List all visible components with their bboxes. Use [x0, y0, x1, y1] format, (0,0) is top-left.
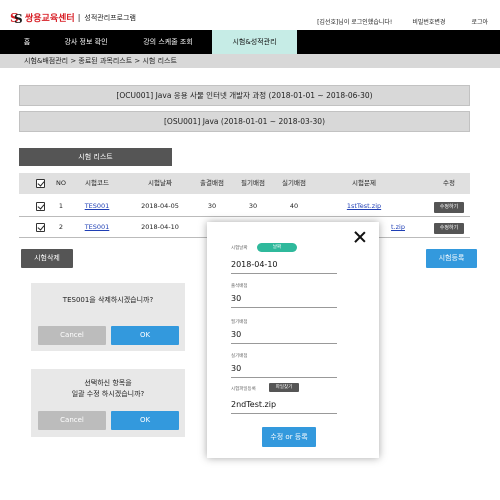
column-header-written: 필기배점	[241, 179, 265, 187]
nav-item-instructor-info[interactable]: 강사 정보 확인	[50, 30, 122, 54]
delete-exam-button[interactable]: 시험삭제	[21, 249, 73, 268]
exam-file-link[interactable]: 1stTest.zip	[334, 196, 394, 217]
written-label: 필기배점	[231, 320, 248, 325]
ok-button[interactable]: OK	[111, 326, 179, 345]
exam-edit-modal: 시험날짜 날짜 2018-04-10 출석배점 30 필기배점 30 실기배점 …	[207, 222, 379, 458]
column-header-exam-file: 시험문제	[352, 179, 376, 187]
ok-button[interactable]: OK	[111, 411, 179, 430]
nav-item-exam-grade-management[interactable]: 시험&성적관리	[212, 30, 297, 54]
cell-date: 2018-04-10	[141, 223, 179, 231]
table-header: NO 시험코드 시험날짜 출결배점 필기배점 실기배점 시험문제 수정	[19, 173, 470, 194]
file-label: 시험파일등록	[231, 387, 256, 392]
file-browse-button[interactable]: 파일찾기	[269, 383, 299, 392]
cancel-button[interactable]: Cancel	[38, 326, 106, 345]
nav-item-home[interactable]: 홈	[10, 30, 44, 54]
logo-mark-icon: SS	[10, 10, 23, 26]
select-all-checkbox[interactable]	[36, 179, 45, 188]
dialog-message-line2: 일괄 수정 하시겠습니까?	[71, 390, 145, 398]
exam-file-link[interactable]: t.zip	[387, 217, 409, 238]
program-name: 성적관리프로그램	[84, 13, 136, 22]
delete-confirm-dialog: TES001을 삭제하시겠습니까? Cancel OK	[31, 283, 185, 351]
attendance-label: 출석배점	[231, 284, 248, 289]
practical-field[interactable]: 30	[231, 364, 337, 378]
column-header-no: NO	[56, 179, 66, 187]
file-field[interactable]: 2ndTest.zip	[231, 400, 337, 414]
top-header: SS 쌍용교육센터 | 성적관리프로그램 [김선호]님이 로그인했습니다! 비밀…	[0, 0, 500, 30]
logout-link[interactable]: 로그아	[471, 17, 488, 26]
table-row: 1 TES001 2018-04-05 30 30 40 1stTest.zip…	[19, 196, 470, 217]
cell-no: 2	[58, 223, 64, 231]
cell-written: 30	[248, 202, 258, 210]
cell-practical: 40	[289, 202, 299, 210]
user-links: [김선호]님이 로그인했습니다! 비밀번호변경 로그아	[317, 17, 488, 26]
column-header-edit: 수정	[443, 179, 455, 187]
dialog-message: TES001을 삭제하시겠습니까?	[62, 296, 154, 304]
practical-label: 실기배점	[231, 354, 248, 359]
submit-button[interactable]: 수정 or 등록	[262, 427, 316, 447]
course-title-bar: [OCU001] Java 응용 사물 인터넷 개발자 과정 (2018-01-…	[19, 85, 470, 106]
subject-title-bar: [OSU001] Java (2018-01-01 ~ 2018-03-30)	[19, 111, 470, 132]
close-icon[interactable]	[354, 231, 366, 243]
logo[interactable]: SS 쌍용교육센터 | 성적관리프로그램	[10, 10, 136, 26]
row-checkbox[interactable]	[36, 223, 45, 232]
exam-code-link[interactable]: TES001	[75, 196, 119, 217]
cell-no: 1	[58, 202, 64, 210]
welcome-text: [김선호]님이 로그인했습니다!	[317, 19, 393, 26]
date-label: 시험날짜	[231, 246, 248, 251]
change-password-link[interactable]: 비밀번호변경	[412, 17, 445, 26]
written-field[interactable]: 30	[231, 330, 337, 344]
register-exam-button[interactable]: 시험등록	[426, 249, 477, 268]
column-header-practical: 실기배점	[282, 179, 306, 187]
main-nav: 홈 강사 정보 확인 강의 스케줄 조회 시험&성적관리	[0, 30, 500, 54]
bulk-edit-confirm-dialog: 선택하신 항목을 일괄 수정 하시겠습니까? Cancel OK	[31, 369, 185, 437]
row-checkbox[interactable]	[36, 202, 45, 211]
breadcrumb: 시험&배점관리 > 종료된 과목리스트 > 시험 리스트	[0, 54, 500, 68]
cancel-button[interactable]: Cancel	[38, 411, 106, 430]
edit-button[interactable]: 수정하기	[434, 223, 464, 234]
brand-name: 쌍용교육센터	[25, 14, 75, 24]
edit-button[interactable]: 수정하기	[434, 202, 464, 213]
column-header-code: 시험코드	[85, 179, 109, 187]
column-header-attendance: 출결배점	[200, 179, 224, 187]
column-header-date: 시험날짜	[148, 179, 172, 187]
cell-date: 2018-04-05	[141, 202, 179, 210]
dialog-message-line1: 선택하신 항목을	[84, 379, 132, 387]
date-picker-badge[interactable]: 날짜	[257, 243, 297, 252]
nav-item-lecture-schedule[interactable]: 강의 스케줄 조회	[132, 30, 204, 54]
exam-code-link[interactable]: TES001	[75, 217, 119, 238]
attendance-field[interactable]: 30	[231, 294, 337, 308]
exam-list-button[interactable]: 시험 리스트	[19, 148, 172, 166]
brand-separator: |	[77, 13, 81, 22]
date-field[interactable]: 2018-04-10	[231, 260, 337, 274]
cell-attendance: 30	[207, 202, 217, 210]
